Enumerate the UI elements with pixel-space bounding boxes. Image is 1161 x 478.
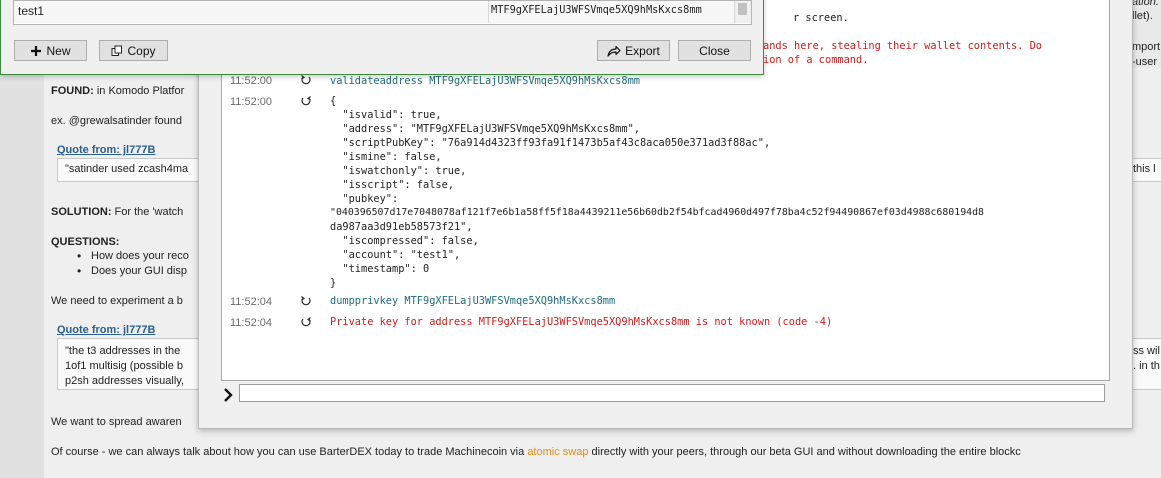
scrollbar-thumb[interactable]	[738, 3, 747, 15]
console-reply-line: }	[330, 277, 337, 289]
console-command: validateaddress MTF9gXFELajU3WFSVmqe5XQ9…	[330, 75, 640, 87]
console-timestamp: 11:52:04	[230, 317, 273, 329]
quote-text: 1of1 multisig (possible b	[65, 360, 184, 372]
console-reply-line: "ismine": false,	[330, 151, 442, 163]
reply-icon	[301, 316, 311, 327]
new-button-label: New	[46, 43, 71, 58]
right-text-fragment: -user	[1132, 56, 1158, 68]
console-reply-line: "iscompressed": false,	[330, 235, 479, 247]
console-reply-line: "040396507d17e7048078af121f7e6b1a58ff5f1…	[330, 207, 984, 218]
table-row[interactable]: test1 MTF9gXFELajU3WFSVmqe5XQ9hMsKxcs8mm	[14, 1, 734, 23]
column-divider	[488, 1, 489, 23]
console-timestamp: 11:52:00	[230, 75, 273, 87]
close-button-label: Close	[699, 43, 730, 58]
atomic-swap-link[interactable]: atomic swap	[527, 446, 588, 458]
quote-text: p2sh addresses visually,	[65, 375, 185, 387]
questions-list: How does your reco Does your GUI disp	[51, 249, 189, 280]
quote-header-link[interactable]: Quote from: jl777B	[57, 144, 155, 156]
prompt-chevron-icon	[224, 388, 233, 402]
vertical-scrollbar[interactable]	[734, 1, 751, 23]
experiment-paragraph: We need to experiment a b	[51, 295, 183, 307]
spread-paragraph: We want to spread awaren	[51, 416, 182, 428]
address-table[interactable]: test1 MTF9gXFELajU3WFSVmqe5XQ9hMsKxcs8mm	[13, 0, 752, 25]
copy-button-label: Copy	[127, 43, 156, 58]
address-cell: MTF9gXFELajU3WFSVmqe5XQ9hMsKxcs8mm	[491, 4, 702, 16]
course-paragraph: Of course - we can always talk about how…	[51, 446, 1021, 458]
quote-text-fragment: . in th	[1133, 360, 1160, 372]
copy-icon	[111, 45, 123, 56]
console-command: dumpprivkey MTF9gXFELajU3WFSVmqe5XQ9hMsK…	[330, 295, 616, 307]
console-input-row	[221, 383, 1108, 407]
console-reply-line: "address": "MTF9gXFELajU3WFSVmqe5XQ9hMsK…	[330, 123, 640, 135]
close-button[interactable]: Close	[678, 40, 751, 61]
solution-paragraph: SOLUTION: For the 'watch	[51, 206, 184, 218]
plus-icon	[31, 45, 42, 56]
export-button[interactable]: Export	[597, 40, 670, 61]
console-reply-line: "scriptPubKey": "76a914d4323ff93fa91f147…	[330, 137, 771, 149]
address-label-cell: test1	[18, 4, 45, 18]
example-paragraph: ex. @grewalsatinder found	[51, 115, 183, 127]
reply-icon	[301, 95, 311, 106]
console-reply-line: "isscript": false,	[330, 179, 454, 191]
address-book-window: test1 MTF9gXFELajU3WFSVmqe5XQ9hMsKxcs8mm…	[0, 0, 764, 75]
console-reply-line: "pubkey":	[330, 193, 399, 205]
export-arrow-icon	[607, 45, 621, 57]
console-timestamp: 11:52:00	[230, 96, 273, 108]
list-item: Does your GUI disp	[51, 264, 189, 280]
right-text-fragment: ation.	[1132, 0, 1159, 8]
console-reply-line: da987aa3d91eb58573f21",	[330, 221, 473, 233]
found-paragraph: FOUND: in Komodo Platfor	[51, 85, 185, 97]
console-timestamp: 11:52:04	[230, 296, 273, 308]
console-error: Private key for address MTF9gXFELajU3WFS…	[330, 316, 833, 328]
list-item: How does your reco	[51, 249, 189, 265]
command-icon	[301, 295, 311, 306]
console-reply-line: "iswatchonly": true,	[330, 165, 467, 177]
console-reply-line: "isvalid": true,	[330, 109, 442, 121]
quote-text-fragment: ss wil	[1133, 345, 1160, 357]
console-reply-line: "account": "test1",	[330, 249, 461, 261]
copy-address-button[interactable]: Copy	[99, 40, 168, 61]
console-reply-line: "timestamp": 0	[330, 263, 430, 275]
console-warning-text: ion of a command.	[763, 54, 869, 66]
quote-text: "the t3 addresses in the	[65, 345, 181, 357]
quote-text: "satinder used zcash4ma	[65, 163, 189, 175]
console-warning-text: ands here, stealing their wallet content…	[763, 40, 1042, 52]
command-icon	[301, 74, 311, 85]
right-text-fragment: mport	[1132, 41, 1161, 53]
export-button-label: Export	[625, 43, 660, 58]
questions-heading: QUESTIONS:	[51, 236, 120, 248]
quote-header-link[interactable]: Quote from: jl777B	[57, 324, 155, 336]
console-header-text: r screen.	[793, 12, 849, 24]
quote-text-fragment: this l	[1133, 163, 1156, 175]
right-text-fragment: llet).	[1132, 10, 1153, 22]
console-reply-line: {	[330, 95, 337, 107]
console-input[interactable]	[239, 384, 1105, 402]
new-address-button[interactable]: New	[14, 40, 87, 61]
